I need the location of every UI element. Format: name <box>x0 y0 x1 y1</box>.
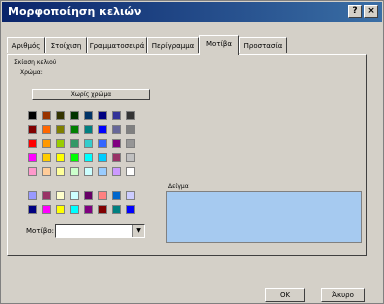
color-swatch[interactable] <box>84 191 93 200</box>
no-color-button[interactable]: Χωρίς χρώμα <box>32 89 150 100</box>
preview-label: Δείγμα <box>168 183 189 190</box>
color-swatch[interactable] <box>56 139 65 148</box>
color-swatch[interactable] <box>42 205 51 214</box>
color-swatch[interactable] <box>98 153 107 162</box>
dialog-title: Μορφοποίηση κελιών <box>8 5 142 18</box>
color-swatch[interactable] <box>42 111 51 120</box>
color-swatch[interactable] <box>42 191 51 200</box>
color-swatch[interactable] <box>112 125 121 134</box>
color-swatch[interactable] <box>98 191 107 200</box>
color-swatch[interactable] <box>56 167 65 176</box>
color-swatch[interactable] <box>84 167 93 176</box>
color-swatch[interactable] <box>112 205 121 214</box>
color-swatch[interactable] <box>28 191 37 200</box>
pattern-label: Μοτίβο: <box>26 227 55 235</box>
preview-box <box>166 191 362 243</box>
color-swatch[interactable] <box>56 191 65 200</box>
color-swatch[interactable] <box>42 125 51 134</box>
color-swatch[interactable] <box>126 205 135 214</box>
color-swatch[interactable] <box>70 205 79 214</box>
help-button[interactable]: ? <box>348 5 362 18</box>
color-swatch[interactable] <box>70 125 79 134</box>
color-swatch[interactable] <box>84 139 93 148</box>
color-swatch[interactable] <box>126 191 135 200</box>
color-swatch[interactable] <box>84 125 93 134</box>
color-swatch[interactable] <box>98 167 107 176</box>
color-swatch[interactable] <box>70 191 79 200</box>
color-swatch[interactable] <box>112 139 121 148</box>
title-bar[interactable]: Μορφοποίηση κελιών ? × <box>2 2 382 22</box>
tab-font[interactable]: Γραμματοσειρά <box>87 37 147 53</box>
color-swatch[interactable] <box>112 191 121 200</box>
format-cells-dialog: Μορφοποίηση κελιών ? × Αριθμός Στοίχιση … <box>0 0 384 304</box>
pattern-dropdown[interactable]: ▼ <box>55 224 145 238</box>
color-label: Χρώμα: <box>20 69 43 76</box>
chevron-down-icon[interactable]: ▼ <box>132 225 144 237</box>
color-swatch[interactable] <box>112 153 121 162</box>
color-swatch[interactable] <box>28 167 37 176</box>
color-swatch[interactable] <box>28 125 37 134</box>
color-swatch[interactable] <box>28 153 37 162</box>
color-swatch[interactable] <box>84 205 93 214</box>
color-swatch[interactable] <box>112 167 121 176</box>
color-swatch[interactable] <box>98 125 107 134</box>
color-swatch[interactable] <box>126 139 135 148</box>
color-swatch[interactable] <box>42 139 51 148</box>
color-swatch[interactable] <box>42 167 51 176</box>
color-swatch[interactable] <box>56 205 65 214</box>
cell-shading-label: Σκίαση κελιού <box>14 59 57 66</box>
cancel-button[interactable]: Άκυρο <box>321 288 365 302</box>
close-button[interactable]: × <box>364 5 378 18</box>
color-swatch[interactable] <box>98 205 107 214</box>
color-swatch[interactable] <box>84 153 93 162</box>
tab-protection[interactable]: Προστασία <box>239 37 287 53</box>
tab-number[interactable]: Αριθμός <box>7 37 45 53</box>
color-swatch[interactable] <box>126 167 135 176</box>
color-swatch[interactable] <box>28 139 37 148</box>
tab-patterns[interactable]: Μοτίβα <box>199 35 239 55</box>
color-swatch[interactable] <box>112 111 121 120</box>
color-swatch[interactable] <box>84 111 93 120</box>
color-swatch[interactable] <box>28 205 37 214</box>
color-swatch[interactable] <box>28 111 37 120</box>
color-swatch[interactable] <box>70 167 79 176</box>
color-swatch[interactable] <box>98 111 107 120</box>
color-swatch[interactable] <box>126 153 135 162</box>
color-swatch[interactable] <box>98 139 107 148</box>
color-swatch[interactable] <box>56 153 65 162</box>
patterns-panel: Σκίαση κελιού Χρώμα: Χωρίς χρώμα Μοτίβο:… <box>7 54 367 256</box>
color-swatch[interactable] <box>70 153 79 162</box>
color-swatch[interactable] <box>42 153 51 162</box>
tab-alignment[interactable]: Στοίχιση <box>45 37 87 53</box>
tab-strip: Αριθμός Στοίχιση Γραμματοσειρά Περίγραμμ… <box>7 35 377 55</box>
color-swatch[interactable] <box>70 111 79 120</box>
color-swatch[interactable] <box>70 139 79 148</box>
color-swatch[interactable] <box>126 111 135 120</box>
tab-border[interactable]: Περίγραμμα <box>147 37 199 53</box>
color-swatch[interactable] <box>56 125 65 134</box>
color-swatch[interactable] <box>126 125 135 134</box>
color-swatch[interactable] <box>56 111 65 120</box>
ok-button[interactable]: OK <box>265 288 305 302</box>
